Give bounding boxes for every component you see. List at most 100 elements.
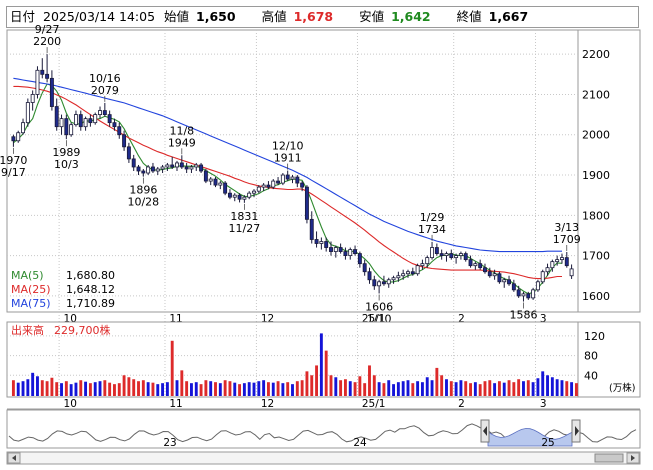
ma-legend-label: MA(75) — [11, 297, 51, 310]
volume-bar — [425, 377, 429, 396]
candle-body — [449, 253, 454, 259]
candle-body — [102, 110, 107, 115]
volume-panel: 40 80 120 出来高 229,700株 (万株) 10 11 12 25/1 2 3 — [6, 321, 641, 410]
candle-body — [45, 73, 50, 79]
candle-body — [218, 182, 223, 186]
volume-bar — [64, 381, 68, 396]
volume-bar — [377, 382, 381, 396]
volume-bar — [435, 367, 439, 396]
candle-body — [290, 176, 295, 180]
volume-bar — [541, 371, 545, 396]
volume-bar — [392, 384, 395, 396]
volume-month-label: 2 — [458, 398, 465, 410]
volume-bar — [185, 381, 189, 396]
volume-bar — [310, 375, 314, 396]
candle-body — [406, 271, 410, 275]
candle-body — [256, 186, 261, 192]
volume-bar — [517, 379, 521, 396]
candle-body — [420, 263, 425, 267]
volume-bar — [252, 382, 256, 396]
volume-bar — [319, 333, 323, 396]
candle-body — [252, 190, 256, 194]
candle-body — [69, 124, 74, 136]
navigator-year-label: 24 — [353, 437, 367, 449]
volume-bar — [555, 379, 559, 396]
candle-body — [415, 265, 420, 275]
candle-body — [353, 249, 358, 254]
volume-bar — [141, 380, 145, 396]
volume-bar — [483, 381, 487, 396]
volume-bar — [79, 380, 83, 396]
candle-body — [295, 176, 300, 184]
candle-body — [555, 259, 560, 263]
scrollbar-thumb[interactable] — [594, 453, 624, 463]
volume-bar — [478, 384, 482, 396]
candle-body — [468, 259, 473, 267]
candle-body — [526, 293, 531, 299]
volume-bar — [247, 382, 251, 396]
candle-body — [59, 118, 64, 128]
candle-body — [11, 136, 16, 142]
navigator-panel[interactable]: 23 24 25 — [6, 409, 641, 465]
candle-body — [276, 180, 281, 184]
candle-body — [83, 118, 88, 128]
volume-month-label: 12 — [261, 398, 274, 410]
price-tick-label: 2000 — [582, 129, 610, 142]
volume-bar — [50, 377, 54, 396]
volume-bar — [368, 365, 371, 396]
volume-bar — [324, 350, 328, 396]
candle-body — [502, 279, 507, 283]
extreme-label-bottom: 11/27 — [229, 222, 261, 235]
candle-body — [569, 268, 574, 277]
candle-body — [425, 257, 430, 265]
scrollbar-track[interactable] — [6, 451, 641, 465]
volume-bar — [214, 382, 217, 396]
volume-bar — [238, 384, 242, 396]
candle-body — [25, 102, 30, 124]
volume-bar — [574, 383, 578, 396]
volume-bar — [165, 382, 169, 396]
candle-body — [386, 279, 391, 285]
volume-month-label: 11 — [169, 398, 182, 410]
volume-bar — [343, 379, 347, 396]
price-tick-label: 1700 — [582, 250, 610, 263]
candle-body — [319, 241, 324, 244]
volume-bar — [315, 365, 319, 396]
candle-body — [21, 122, 25, 134]
volume-bar — [387, 380, 391, 396]
price-tick-label: 2100 — [582, 88, 610, 101]
volume-bar — [334, 377, 338, 396]
extreme-label-bottom: 2079 — [91, 84, 119, 97]
candle-body — [184, 166, 189, 170]
volume-bar — [170, 340, 174, 396]
candle-body — [170, 164, 175, 168]
candle-body — [49, 77, 54, 107]
candle-body — [213, 178, 218, 186]
candle-body — [430, 247, 435, 259]
candle-body — [434, 247, 439, 254]
candle-body — [179, 162, 184, 168]
candle-body — [478, 263, 483, 269]
volume-bar — [103, 380, 107, 396]
candle-body — [329, 247, 333, 252]
candle-body — [560, 257, 564, 261]
candle-body — [160, 166, 165, 170]
volume-bar — [26, 379, 30, 396]
volume-bar — [305, 371, 309, 396]
volume-bar — [137, 381, 140, 396]
candle-body — [227, 192, 232, 198]
candle-body — [98, 110, 102, 115]
candle-body — [458, 253, 463, 256]
volume-bar — [84, 381, 88, 396]
candle-body — [285, 174, 290, 180]
volume-bar — [262, 380, 266, 396]
volume-bar — [40, 380, 44, 396]
volume-bar — [69, 384, 73, 396]
candle-body — [564, 257, 569, 267]
price-panel: 160017001800190020002100220010 11 12 25/1 2 3… — [0, 23, 641, 334]
volume-bar — [281, 383, 285, 396]
candle-body — [146, 166, 151, 174]
candle-body — [141, 170, 146, 174]
volume-bar — [98, 381, 102, 396]
volume-bar — [416, 381, 420, 396]
